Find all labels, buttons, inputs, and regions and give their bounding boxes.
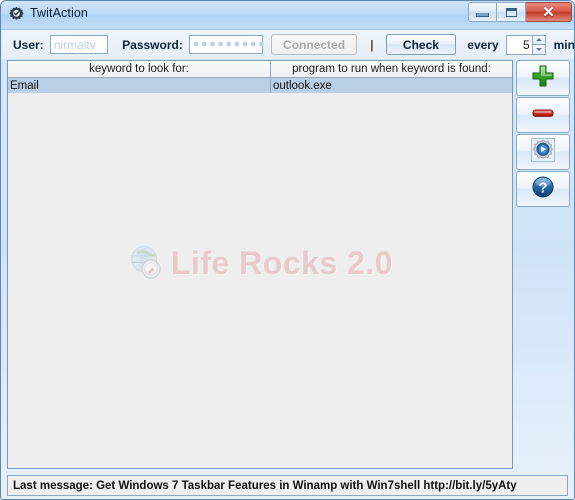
svg-text:?: ? (539, 180, 548, 196)
minus-icon (530, 100, 556, 131)
column-header-program[interactable]: program to run when keyword is found: (271, 61, 512, 78)
table-row[interactable]: Email outlook.exe (8, 78, 512, 93)
add-button[interactable] (516, 60, 570, 96)
toolbar-separator: | (370, 37, 374, 52)
twitaction-window: TwitAction ✕ User: nirmaltv Password: ●●… (0, 0, 575, 500)
minimize-button[interactable] (468, 2, 497, 22)
connected-button[interactable]: Connected (270, 34, 358, 55)
gear-icon (530, 137, 556, 168)
user-label: User: (13, 37, 44, 52)
credentials-toolbar: User: nirmaltv Password: ●●●●●●●●● Conne… (2, 30, 575, 59)
gear-check-icon (8, 6, 25, 23)
remove-button[interactable] (516, 97, 570, 133)
side-toolbar: ? (516, 60, 570, 208)
watermark-text: Life Rocks 2.0 (170, 244, 394, 281)
column-header-keyword[interactable]: keyword to look for: (8, 61, 271, 78)
question-mark-icon: ? (530, 174, 556, 205)
globe-compass-icon (127, 243, 167, 283)
window-title: TwitAction (30, 6, 88, 20)
user-input[interactable]: nirmaltv (49, 35, 109, 54)
check-button[interactable]: Check (385, 34, 457, 55)
maximize-icon (505, 7, 517, 17)
close-button[interactable]: ✕ (526, 2, 572, 22)
minimize-icon (476, 12, 489, 17)
help-button[interactable]: ? (516, 171, 570, 207)
password-label: Password: (122, 37, 183, 52)
interval-input-value: 5 (522, 37, 530, 52)
chevron-down-icon (535, 47, 542, 51)
list-header: keyword to look for: program to run when… (8, 61, 512, 78)
password-input-value: ●●●●●●●●● (192, 38, 267, 50)
interval-increment-button[interactable] (531, 34, 546, 45)
interval-input[interactable]: 5 (505, 34, 532, 55)
list-body: Email outlook.exe Life Rocks 2.0 (8, 78, 512, 468)
maximize-button[interactable] (497, 2, 526, 22)
window-controls: ✕ (468, 2, 572, 22)
settings-button[interactable] (516, 134, 570, 170)
chevron-up-icon (535, 38, 542, 41)
cell-program: outlook.exe (273, 79, 332, 92)
status-bar: Last message: Get Windows 7 Taskbar Feat… (7, 475, 568, 496)
title-bar: TwitAction ✕ (1, 1, 574, 30)
interval-arrows (531, 34, 546, 55)
keyword-action-list: keyword to look for: program to run when… (7, 60, 513, 469)
cell-keyword: Email (8, 78, 271, 93)
close-icon: ✕ (542, 3, 555, 21)
check-button-label: Check (402, 37, 439, 52)
minutes-label: min (553, 37, 575, 52)
connected-button-label: Connected (283, 37, 346, 52)
interval-stepper[interactable]: 5 (505, 34, 546, 55)
watermark: Life Rocks 2.0 (8, 243, 512, 283)
user-input-value: nirmaltv (53, 37, 96, 52)
status-bar-text: Last message: Get Windows 7 Taskbar Feat… (13, 479, 517, 492)
interval-decrement-button[interactable] (531, 44, 546, 55)
plus-icon (530, 63, 556, 94)
every-label: every (467, 37, 499, 52)
password-input[interactable]: ●●●●●●●●● (188, 35, 267, 54)
